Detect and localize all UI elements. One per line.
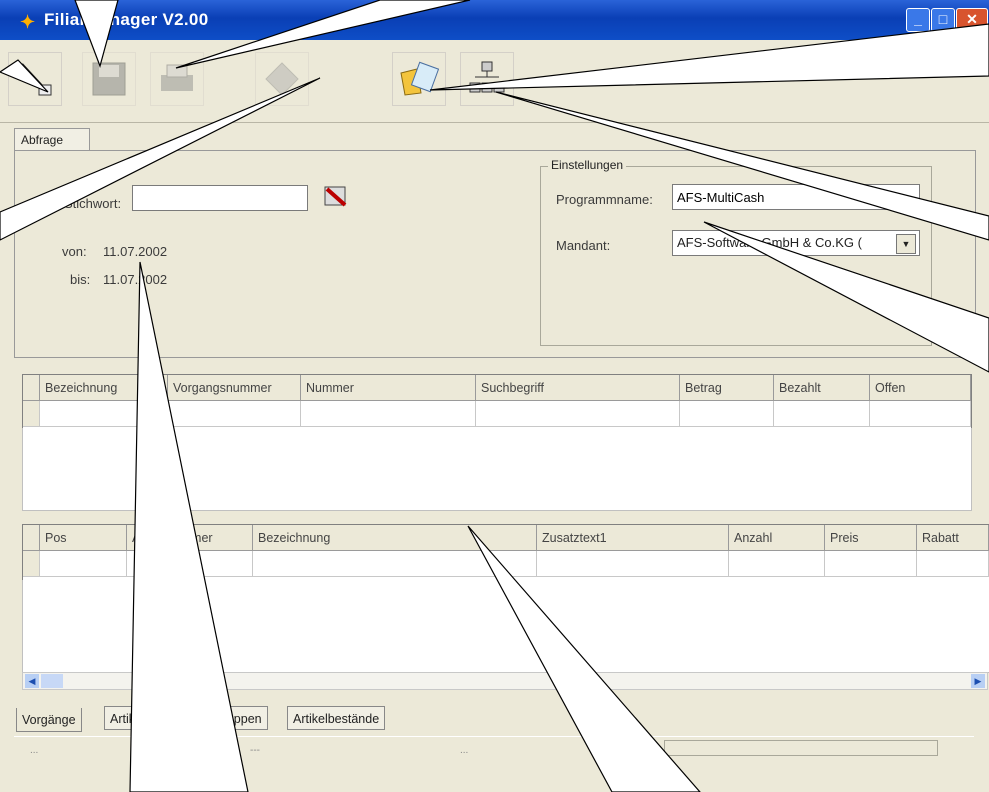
mandant-select[interactable]: AFS-Software GmbH & Co.KG ( ▼ bbox=[672, 230, 920, 256]
status-mid2: ... bbox=[460, 745, 469, 756]
grid-cell[interactable] bbox=[680, 401, 774, 427]
grid-cell[interactable] bbox=[40, 401, 168, 427]
branches-button[interactable] bbox=[460, 52, 514, 106]
row-header bbox=[23, 525, 40, 551]
row-selector[interactable] bbox=[23, 551, 40, 577]
save-button[interactable] bbox=[82, 52, 136, 106]
bis-label: bis: bbox=[70, 272, 91, 287]
progress-bar bbox=[664, 740, 938, 756]
column-header[interactable]: Rabatt bbox=[917, 525, 989, 551]
positions-grid[interactable]: Pos Artikelnummer Bezeichnung Zusatztext… bbox=[22, 524, 989, 582]
scroll-right-icon[interactable]: ▶ bbox=[971, 674, 985, 688]
tab-artikelbestaende[interactable]: Artikelbestände bbox=[287, 706, 386, 730]
program-input[interactable] bbox=[672, 184, 920, 210]
status-mid: --- bbox=[250, 745, 260, 756]
orders-grid[interactable]: Bezeichnung Vorgangsnummer Nummer Suchbe… bbox=[22, 374, 972, 430]
tab-artikelgruppen[interactable]: Artikelgruppen bbox=[175, 706, 268, 730]
close-button[interactable]: ✕ bbox=[956, 8, 988, 32]
grid-cell[interactable] bbox=[253, 551, 537, 577]
magic-wand-icon bbox=[19, 63, 52, 96]
row-header bbox=[23, 375, 40, 401]
scroll-thumb[interactable] bbox=[41, 674, 63, 688]
column-header[interactable]: Vorgangsnummer bbox=[168, 375, 301, 401]
tab-artikel[interactable]: Artikel bbox=[104, 706, 151, 730]
grid-cell[interactable] bbox=[729, 551, 825, 577]
column-header[interactable]: Zusatztext1 bbox=[537, 525, 729, 551]
chevron-down-icon[interactable]: ▼ bbox=[896, 234, 916, 254]
grid-cell[interactable] bbox=[870, 401, 971, 427]
minimize-button[interactable]: _ bbox=[906, 8, 930, 32]
program-label: Programmname: bbox=[556, 192, 653, 207]
column-header[interactable]: Pos bbox=[40, 525, 127, 551]
column-header[interactable]: Nummer bbox=[301, 375, 476, 401]
mandant-value: AFS-Software GmbH & Co.KG ( bbox=[677, 235, 862, 250]
grid-cell[interactable] bbox=[476, 401, 680, 427]
maximize-button[interactable]: □ bbox=[931, 8, 955, 32]
orders-grid-empty-area bbox=[22, 428, 972, 511]
save-disk-icon bbox=[92, 62, 126, 96]
grid-cell[interactable] bbox=[537, 551, 729, 577]
column-header[interactable]: Betrag bbox=[680, 375, 774, 401]
column-header[interactable]: Artikelnummer bbox=[127, 525, 253, 551]
mandant-label: Mandant: bbox=[556, 238, 611, 253]
row-selector[interactable] bbox=[23, 401, 40, 427]
grid-cell[interactable] bbox=[127, 551, 253, 577]
horizontal-scrollbar[interactable]: ◀ ▶ bbox=[22, 672, 988, 690]
search-button[interactable] bbox=[318, 180, 354, 212]
grid-cell[interactable] bbox=[917, 551, 989, 577]
search-wand-button[interactable] bbox=[8, 52, 62, 106]
tab-vorgaenge[interactable]: Vorgänge bbox=[16, 708, 82, 732]
window-title: Filialmanager V2.00 bbox=[44, 10, 209, 29]
grid-cell[interactable] bbox=[40, 551, 127, 577]
von-label: von: bbox=[62, 244, 87, 259]
column-header[interactable]: Bezeichnung bbox=[40, 375, 168, 401]
column-header[interactable]: Suchbegriff bbox=[476, 375, 680, 401]
column-header[interactable]: Bezahlt bbox=[774, 375, 870, 401]
grid-cell[interactable] bbox=[825, 551, 917, 577]
exchange-icon bbox=[265, 62, 299, 96]
printer-icon bbox=[161, 64, 193, 91]
bis-date[interactable]: 11.07.2002 bbox=[103, 272, 167, 287]
column-header[interactable]: Bezeichnung bbox=[253, 525, 537, 551]
settings-group-title: Einstellungen bbox=[548, 158, 627, 172]
import-button[interactable] bbox=[392, 52, 446, 106]
grid-cell[interactable] bbox=[301, 401, 476, 427]
grid-cell[interactable] bbox=[168, 401, 301, 427]
column-header[interactable]: Offen bbox=[870, 375, 971, 401]
status-left: ... bbox=[30, 745, 39, 756]
print-button[interactable] bbox=[150, 52, 204, 106]
app-icon: ✦ bbox=[20, 12, 36, 32]
folder-document-icon bbox=[400, 61, 439, 96]
keyword-input[interactable] bbox=[132, 185, 308, 211]
column-header[interactable]: Preis bbox=[825, 525, 917, 551]
exchange-button[interactable] bbox=[255, 52, 309, 106]
network-icon bbox=[469, 61, 505, 93]
tab-abfrage[interactable]: Abfrage bbox=[14, 128, 90, 150]
von-date[interactable]: 11.07.2002 bbox=[103, 244, 167, 259]
positions-grid-empty-area bbox=[22, 580, 989, 673]
column-header[interactable]: Anzahl bbox=[729, 525, 825, 551]
grid-cell[interactable] bbox=[774, 401, 870, 427]
scroll-left-icon[interactable]: ◀ bbox=[25, 674, 39, 688]
search-wand-icon bbox=[324, 186, 347, 207]
keyword-label: Stichwort: bbox=[64, 196, 122, 211]
